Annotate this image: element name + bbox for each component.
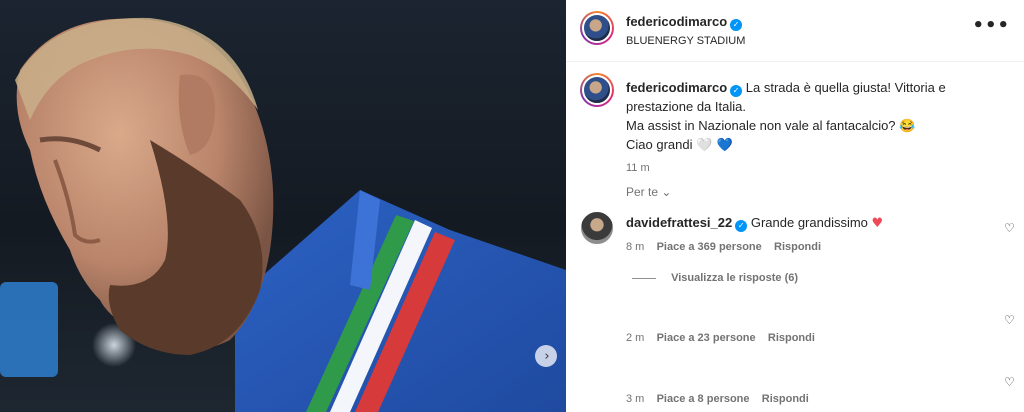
caption-text-line1: La strada è quella giusta! Vittoria e <box>745 80 946 95</box>
comment-time: 8 m <box>626 241 645 253</box>
comment-likes[interactable]: Piace a 369 persone <box>657 241 762 253</box>
caption-text-line3: Ma assist in Nazionale non vale al fanta… <box>626 118 916 133</box>
post-caption: federicodimarco ✓ La strada è quella gius… <box>626 78 1006 178</box>
verified-icon: ✓ <box>730 19 743 31</box>
view-replies-button[interactable]: Visualizza le risposte (6) <box>632 272 798 284</box>
like-comment-heart-icon[interactable]: ♡ <box>1004 313 1015 327</box>
view-replies-label: Visualizza le risposte (6) <box>671 272 799 284</box>
reply-button[interactable]: Rispondi <box>774 241 821 253</box>
chevron-down-icon: ⌄ <box>661 185 672 199</box>
comment-text: Grande grandissimo <box>750 215 868 230</box>
chevron-right-icon: › <box>544 348 550 364</box>
caption-text-line4: Ciao grandi <box>626 137 693 152</box>
comment-author[interactable]: davidefrattesi_22 <box>626 215 732 230</box>
comment-meta: 2 m Piace a 23 persone Rispondi <box>626 332 815 344</box>
reply-divider <box>632 277 656 279</box>
comment-filter-label: Per te <box>626 185 659 199</box>
comment-time: 3 m <box>626 393 645 405</box>
player-photo <box>0 17 566 412</box>
caption-author-avatar[interactable] <box>580 73 614 107</box>
verified-icon: ✓ <box>730 85 743 97</box>
comment-likes[interactable]: Piace a 8 persone <box>657 393 750 405</box>
comment-time: 2 m <box>626 332 645 344</box>
verified-icon: ✓ <box>735 220 748 232</box>
more-options-icon[interactable]: ••• <box>972 17 1010 35</box>
next-image-button[interactable]: › <box>535 345 557 367</box>
caption-text-line2: prestazione da Italia. <box>626 99 746 114</box>
caption-author-username[interactable]: federicodimarco <box>626 80 727 95</box>
author-username[interactable]: federicodimarco <box>626 14 727 29</box>
comment-filter-dropdown[interactable]: Per te ⌄ <box>626 185 671 199</box>
heart-emoji-icon: 🤍 💙 <box>696 138 733 153</box>
author-block: federicodimarco ✓ BLUENERGY STADIUM <box>626 14 745 47</box>
post-sidebar: federicodimarco ✓ BLUENERGY STADIUM ••• f… <box>566 0 1024 412</box>
author-avatar[interactable] <box>580 11 614 45</box>
post-location[interactable]: BLUENERGY STADIUM <box>626 35 745 47</box>
reply-button[interactable]: Rispondi <box>762 393 809 405</box>
post-header: federicodimarco ✓ BLUENERGY STADIUM ••• <box>566 0 1024 62</box>
like-comment-heart-icon[interactable]: ♡ <box>1004 375 1015 389</box>
comment-item: davidefrattesi_22 ✓ Grande grandissimo ♥ … <box>626 215 976 253</box>
comment-likes[interactable]: Piace a 23 persone <box>657 332 756 344</box>
post-photo: › <box>0 0 566 412</box>
comment-meta: 8 m Piace a 369 persone Rispondi <box>626 241 976 253</box>
reply-button[interactable]: Rispondi <box>768 332 815 344</box>
caption-timestamp: 11 m <box>626 162 650 174</box>
commenter-avatar[interactable] <box>580 211 614 245</box>
red-heart-emoji-icon: ♥ <box>871 216 884 231</box>
comment-meta: 3 m Piace a 8 persone Rispondi <box>626 393 809 405</box>
like-comment-heart-icon[interactable]: ♡ <box>1004 221 1015 235</box>
